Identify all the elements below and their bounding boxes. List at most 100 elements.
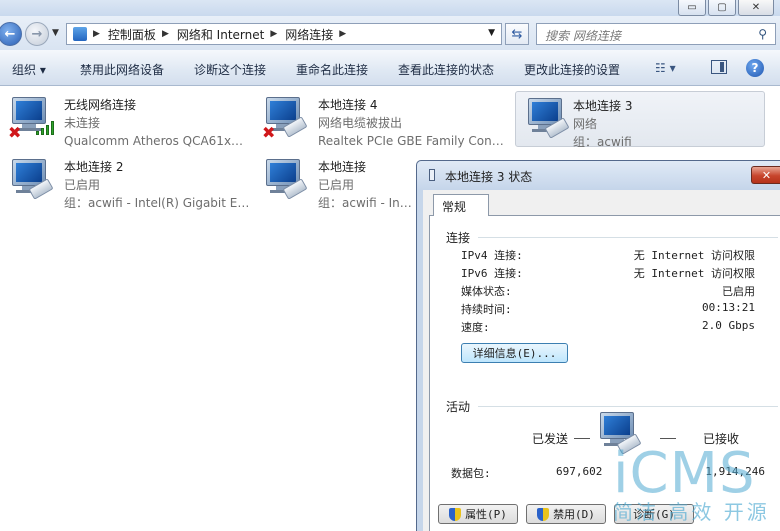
connection-device: 组：acwifi - Intel(R) Gigabit ET ... bbox=[64, 196, 250, 210]
packets-sent-value: 697,602 bbox=[556, 465, 603, 478]
network-adapter-icon bbox=[10, 159, 54, 203]
ipv6-label: IPv6 连接: bbox=[461, 267, 523, 280]
search-placeholder: 搜索 网络连接 bbox=[545, 29, 621, 43]
duration-value: 00:13:21 bbox=[702, 301, 755, 314]
connection-status: 网络电缆被拔出 bbox=[318, 116, 403, 130]
breadcrumb-network-connections[interactable]: 网络连接 bbox=[285, 26, 333, 43]
connection-device: Qualcomm Atheros QCA61x4A... bbox=[64, 134, 250, 148]
diagnose-button-label: 诊断(G) bbox=[633, 508, 675, 521]
properties-button[interactable]: 属性(P) bbox=[438, 504, 518, 524]
preview-pane-icon[interactable] bbox=[711, 60, 727, 74]
tab-general[interactable]: 常规 bbox=[433, 194, 489, 216]
connection-item-local-2[interactable]: 本地连接 2 已启用 组：acwifi - Intel(R) Gigabit E… bbox=[0, 153, 250, 210]
arrow-left-icon: ← bbox=[4, 26, 16, 42]
refresh-button[interactable]: ⇆ bbox=[505, 23, 529, 45]
duration-label: 持续时间: bbox=[461, 303, 512, 316]
dialog-body: 常规 连接 IPv4 连接: 无 Internet 访问权限 IPv6 连接: … bbox=[423, 190, 780, 531]
speed-value: 2.0 Gbps bbox=[702, 319, 755, 332]
connection-status: 已启用 bbox=[318, 178, 355, 192]
chevron-right-icon[interactable]: ▶ bbox=[93, 29, 100, 39]
disable-button-label: 禁用(D) bbox=[553, 508, 595, 521]
address-history-dropdown[interactable]: ▼ bbox=[488, 28, 495, 38]
error-x-icon: ✖ bbox=[262, 123, 276, 142]
diagnose-button[interactable]: 诊断这个连接 bbox=[194, 61, 266, 78]
connection-name: 本地连接 2 bbox=[64, 160, 124, 174]
change-view-button[interactable]: ☷ ▾ bbox=[655, 61, 676, 75]
ipv4-value: 无 Internet 访问权限 bbox=[633, 249, 755, 262]
received-label: 已接收 bbox=[703, 432, 740, 446]
ipv6-value: 无 Internet 访问权限 bbox=[633, 267, 755, 280]
chevron-right-icon[interactable]: ▶ bbox=[270, 29, 277, 39]
connection-group-label: 连接 bbox=[446, 231, 471, 245]
connection-item-wireless[interactable]: ✖ 无线网络连接 未连接 Qualcomm Atheros QCA61x4A..… bbox=[0, 91, 250, 148]
chevron-right-icon[interactable]: ▶ bbox=[339, 29, 346, 39]
organize-menu[interactable]: 组织 ▾ bbox=[12, 61, 46, 78]
connection-device: 组：acwifi bbox=[573, 135, 632, 149]
connection-name: 本地连接 bbox=[318, 160, 367, 174]
general-tab-panel: 连接 IPv4 连接: 无 Internet 访问权限 IPv6 连接: 无 I… bbox=[429, 215, 780, 531]
network-adapter-icon: ✖ bbox=[8, 97, 56, 142]
rename-button[interactable]: 重命名此连接 bbox=[296, 61, 368, 78]
connection-item-local-4[interactable]: ✖ 本地连接 4 网络电缆被拔出 Realtek PCIe GBE Family… bbox=[254, 91, 504, 148]
network-adapter-icon bbox=[264, 159, 308, 203]
network-adapter-icon: ✖ bbox=[262, 97, 308, 142]
breadcrumb-control-panel[interactable]: 控制面板 bbox=[108, 26, 156, 43]
connection-item-local-3[interactable]: 本地连接 3 网络 组：acwifi bbox=[515, 91, 765, 149]
media-state-value: 已启用 bbox=[722, 285, 755, 298]
address-bar: ← → ▼ ▶ 控制面板 ▶ 网络和 Internet ▶ 网络连接 ▶ ▼ ⇆… bbox=[0, 16, 780, 50]
properties-button-label: 属性(P) bbox=[465, 508, 507, 521]
connection-name: 本地连接 4 bbox=[318, 98, 378, 112]
speed-label: 速度: bbox=[461, 321, 490, 334]
diagnose-dialog-button[interactable]: 诊断(G) bbox=[614, 504, 694, 524]
ipv4-label: IPv4 连接: bbox=[461, 249, 523, 262]
connection-status-icon bbox=[429, 169, 435, 181]
back-button[interactable]: ← bbox=[0, 22, 22, 46]
disable-device-button[interactable]: 禁用此网络设备 bbox=[80, 61, 164, 78]
chevron-right-icon[interactable]: ▶ bbox=[162, 29, 169, 39]
connection-name: 无线网络连接 bbox=[64, 98, 137, 112]
error-x-icon: ✖ bbox=[8, 123, 22, 142]
refresh-icon: ⇆ bbox=[511, 26, 523, 42]
group-divider bbox=[478, 237, 778, 238]
control-panel-icon bbox=[73, 27, 87, 41]
group-divider bbox=[478, 406, 778, 407]
search-input[interactable]: 搜索 网络连接 ⚲ bbox=[536, 23, 776, 45]
connection-status: 未连接 bbox=[64, 116, 101, 130]
disable-button[interactable]: 禁用(D) bbox=[526, 504, 606, 524]
command-bar: 组织 ▾ 禁用此网络设备 诊断这个连接 重命名此连接 查看此连接的状态 更改此连… bbox=[0, 50, 780, 86]
forward-button[interactable]: → bbox=[25, 22, 49, 46]
network-adapter-icon bbox=[526, 98, 570, 142]
details-button[interactable]: 详细信息(E)... bbox=[461, 343, 568, 363]
uac-shield-icon bbox=[537, 507, 550, 521]
activity-group-label: 活动 bbox=[446, 400, 471, 414]
connection-status: 已启用 bbox=[64, 178, 101, 192]
arrow-right-icon: → bbox=[31, 26, 43, 42]
breadcrumb-network-internet[interactable]: 网络和 Internet bbox=[177, 26, 264, 43]
received-line bbox=[660, 438, 676, 439]
connection-name: 本地连接 3 bbox=[573, 99, 633, 113]
change-settings-button[interactable]: 更改此连接的设置 bbox=[524, 61, 620, 78]
packets-label: 数据包: bbox=[451, 467, 491, 480]
uac-shield-icon bbox=[449, 507, 462, 521]
maximize-button[interactable]: ▢ bbox=[708, 0, 736, 16]
search-icon[interactable]: ⚲ bbox=[758, 27, 767, 41]
address-box[interactable]: ▶ 控制面板 ▶ 网络和 Internet ▶ 网络连接 ▶ ▼ bbox=[66, 23, 502, 45]
dialog-titlebar[interactable]: 本地连接 3 状态 ✕ bbox=[417, 161, 780, 190]
minimize-button[interactable]: ▭ bbox=[678, 0, 706, 16]
dialog-close-button[interactable]: ✕ bbox=[751, 166, 780, 184]
recent-pages-dropdown[interactable]: ▼ bbox=[52, 28, 59, 38]
network-activity-icon bbox=[600, 412, 642, 455]
help-button[interactable]: ? bbox=[746, 59, 764, 77]
connection-status: 网络 bbox=[573, 117, 598, 131]
media-state-label: 媒体状态: bbox=[461, 285, 512, 298]
window-caption: ▭ ▢ ✕ bbox=[0, 0, 780, 16]
sent-line bbox=[574, 438, 590, 439]
connection-status-dialog: 本地连接 3 状态 ✕ 常规 连接 IPv4 连接: 无 Internet 访问… bbox=[416, 160, 780, 531]
view-status-button[interactable]: 查看此连接的状态 bbox=[398, 61, 494, 78]
close-window-button[interactable]: ✕ bbox=[738, 0, 774, 16]
connection-device: Realtek PCIe GBE Family Contr... bbox=[318, 134, 504, 148]
wifi-signal-icon bbox=[36, 119, 56, 135]
sent-label: 已发送 bbox=[532, 432, 569, 446]
connection-device: 组：acwifi - Intel(R) Gigabit ET ... bbox=[318, 196, 416, 210]
connection-item-local[interactable]: 本地连接 已启用 组：acwifi - Intel(R) Gigabit ET … bbox=[254, 153, 416, 210]
